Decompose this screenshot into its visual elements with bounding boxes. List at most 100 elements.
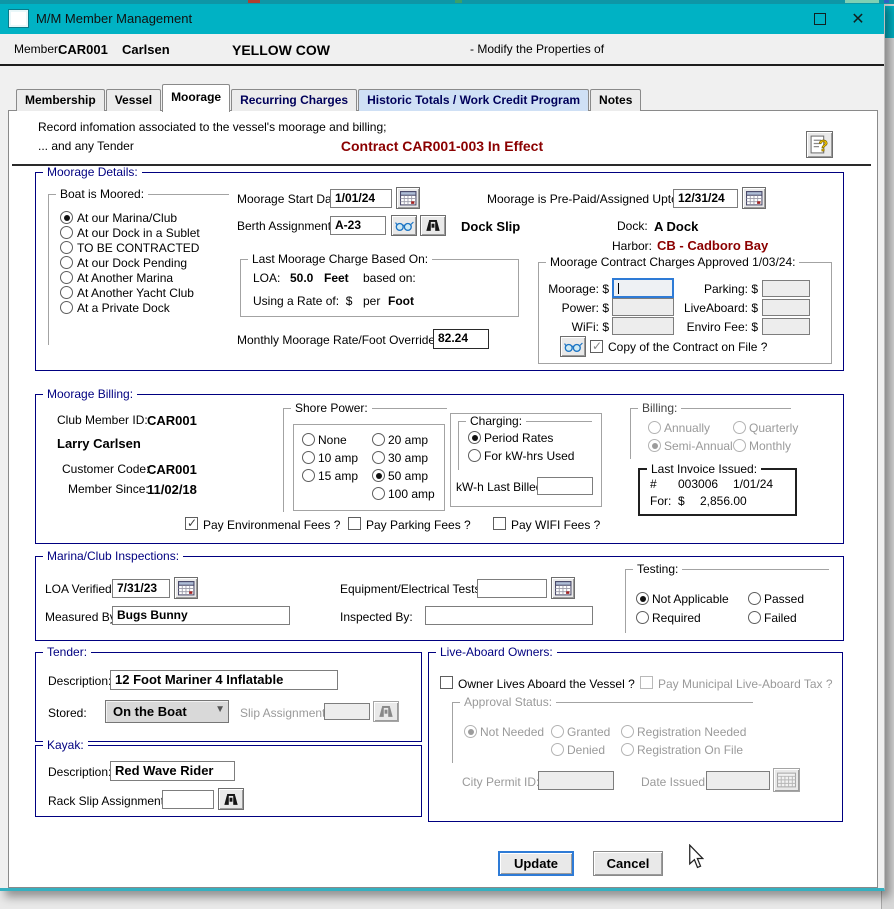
cancel-button[interactable]: Cancel xyxy=(593,851,663,876)
tab-notes[interactable]: Notes xyxy=(590,89,641,111)
radio-label[interactable]: Semi-Annual xyxy=(664,439,733,453)
equipment-calendar-button[interactable] xyxy=(551,577,575,599)
charge-wifi-input[interactable] xyxy=(612,317,674,335)
radio-label[interactable]: Registration Needed xyxy=(637,725,746,739)
radio-approval-denied[interactable] xyxy=(551,743,564,756)
prepaid-calendar-button[interactable] xyxy=(742,187,766,209)
tender-stored-dropdown[interactable]: On the Boat ▼ xyxy=(105,700,229,723)
kwh-last-billed-input[interactable] xyxy=(537,477,593,495)
radio-label[interactable]: Denied xyxy=(567,743,605,757)
radio-period-rates[interactable] xyxy=(468,431,481,444)
loa-verified-input[interactable]: 7/31/23 xyxy=(112,579,170,598)
radio-label[interactable]: 20 amp xyxy=(388,433,428,447)
override-input[interactable]: 82.24 xyxy=(433,329,489,349)
charge-liveaboard-input[interactable] xyxy=(762,299,810,316)
pay-environmental-checkbox[interactable] xyxy=(185,517,198,530)
berth-view-button[interactable] xyxy=(391,215,417,236)
radio-shore-100amp[interactable] xyxy=(372,487,385,500)
radio-billing-monthly[interactable] xyxy=(733,439,746,452)
prepaid-date-input[interactable]: 12/31/24 xyxy=(673,189,738,208)
update-button[interactable]: Update xyxy=(498,851,574,876)
radio-private-dock[interactable] xyxy=(60,301,73,314)
radio-dock-pending[interactable] xyxy=(60,256,73,269)
equipment-tests-input[interactable] xyxy=(477,579,547,598)
radio-approval-regneeded[interactable] xyxy=(621,725,634,738)
radio-testing-required[interactable] xyxy=(636,611,649,624)
tender-slip-find-button[interactable] xyxy=(373,701,399,722)
radio-approval-notneeded[interactable] xyxy=(464,725,477,738)
tab-historic-totals[interactable]: Historic Totals / Work Credit Program xyxy=(358,89,589,111)
loa-verified-calendar-button[interactable] xyxy=(174,577,198,599)
tender-slip-input[interactable] xyxy=(324,703,370,720)
radio-label[interactable]: 30 amp xyxy=(388,451,428,465)
radio-label[interactable]: At our Dock in a Sublet xyxy=(77,226,200,240)
city-permit-input[interactable] xyxy=(538,771,614,790)
tender-description-input[interactable]: 12 Foot Mariner 4 Inflatable xyxy=(110,670,338,690)
radio-label[interactable]: 100 amp xyxy=(388,487,435,501)
radio-billing-semiannual[interactable] xyxy=(648,439,661,452)
radio-approval-granted[interactable] xyxy=(551,725,564,738)
radio-label[interactable]: Failed xyxy=(764,611,797,625)
radio-shore-20amp[interactable] xyxy=(372,433,385,446)
radio-testing-passed[interactable] xyxy=(748,592,761,605)
pay-parking-checkbox[interactable] xyxy=(348,517,361,530)
municipal-tax-checkbox[interactable] xyxy=(640,676,653,689)
radio-label[interactable]: For kW-hrs Used xyxy=(484,449,574,463)
radio-billing-annually[interactable] xyxy=(648,421,661,434)
radio-label[interactable]: Granted xyxy=(567,725,610,739)
measured-by-input[interactable]: Bugs Bunny xyxy=(112,606,290,625)
radio-label[interactable]: Passed xyxy=(764,592,804,606)
copy-contract-checkbox[interactable] xyxy=(590,340,603,353)
charge-moorage-input[interactable] xyxy=(612,278,674,298)
rack-slip-input[interactable] xyxy=(162,790,214,809)
radio-kwhrs-used[interactable] xyxy=(468,449,481,462)
radio-label[interactable]: Not Applicable xyxy=(652,592,729,606)
radio-label[interactable]: Annually xyxy=(664,421,710,435)
radio-at-marina-club[interactable] xyxy=(60,211,73,224)
radio-another-yacht-club[interactable] xyxy=(60,286,73,299)
radio-shore-15amp[interactable] xyxy=(302,469,315,482)
radio-testing-notapplicable[interactable] xyxy=(636,592,649,605)
help-button[interactable] xyxy=(806,131,833,158)
tab-vessel[interactable]: Vessel xyxy=(106,89,161,111)
radio-shore-none[interactable] xyxy=(302,433,315,446)
contract-view-button[interactable] xyxy=(560,336,586,357)
radio-approval-regonfile[interactable] xyxy=(621,743,634,756)
date-issued-calendar-button[interactable] xyxy=(773,768,800,792)
charge-power-input[interactable] xyxy=(612,298,674,316)
rack-slip-find-button[interactable] xyxy=(218,788,244,810)
berth-find-button[interactable] xyxy=(420,215,446,236)
radio-label[interactable]: 10 amp xyxy=(318,451,358,465)
close-button[interactable]: ✕ xyxy=(840,3,876,34)
radio-dock-sublet[interactable] xyxy=(60,226,73,239)
kayak-description-input[interactable]: Red Wave Rider xyxy=(110,761,235,781)
radio-label[interactable]: 50 amp xyxy=(388,469,428,483)
radio-label[interactable]: Required xyxy=(652,611,701,625)
tab-membership[interactable]: Membership xyxy=(16,89,105,111)
radio-label[interactable]: TO BE CONTRACTED xyxy=(77,241,199,255)
charge-enviro-input[interactable] xyxy=(762,318,810,335)
radio-shore-30amp[interactable] xyxy=(372,451,385,464)
radio-label[interactable]: None xyxy=(318,433,347,447)
radio-label[interactable]: Period Rates xyxy=(484,431,553,445)
radio-label[interactable]: Not Needed xyxy=(480,725,544,739)
pay-wifi-checkbox[interactable] xyxy=(493,517,506,530)
radio-to-be-contracted[interactable] xyxy=(60,241,73,254)
radio-label[interactable]: 15 amp xyxy=(318,469,358,483)
start-date-calendar-button[interactable] xyxy=(396,187,420,209)
radio-label[interactable]: At a Private Dock xyxy=(77,301,170,315)
title-bar[interactable]: M/M Member Management xyxy=(0,3,884,34)
radio-label[interactable]: Registration On File xyxy=(637,743,743,757)
radio-billing-quarterly[interactable] xyxy=(733,421,746,434)
date-issued-input[interactable] xyxy=(706,771,770,790)
tab-moorage[interactable]: Moorage xyxy=(162,84,230,112)
radio-label[interactable]: At our Marina/Club xyxy=(77,211,177,225)
radio-another-marina[interactable] xyxy=(60,271,73,284)
tab-recurring-charges[interactable]: Recurring Charges xyxy=(231,89,357,111)
radio-label[interactable]: At Another Yacht Club xyxy=(77,286,194,300)
charge-parking-input[interactable] xyxy=(762,280,810,297)
start-date-input[interactable]: 1/01/24 xyxy=(330,189,392,208)
maximize-button[interactable] xyxy=(802,3,838,34)
radio-testing-failed[interactable] xyxy=(748,611,761,624)
radio-label[interactable]: At Another Marina xyxy=(77,271,173,285)
